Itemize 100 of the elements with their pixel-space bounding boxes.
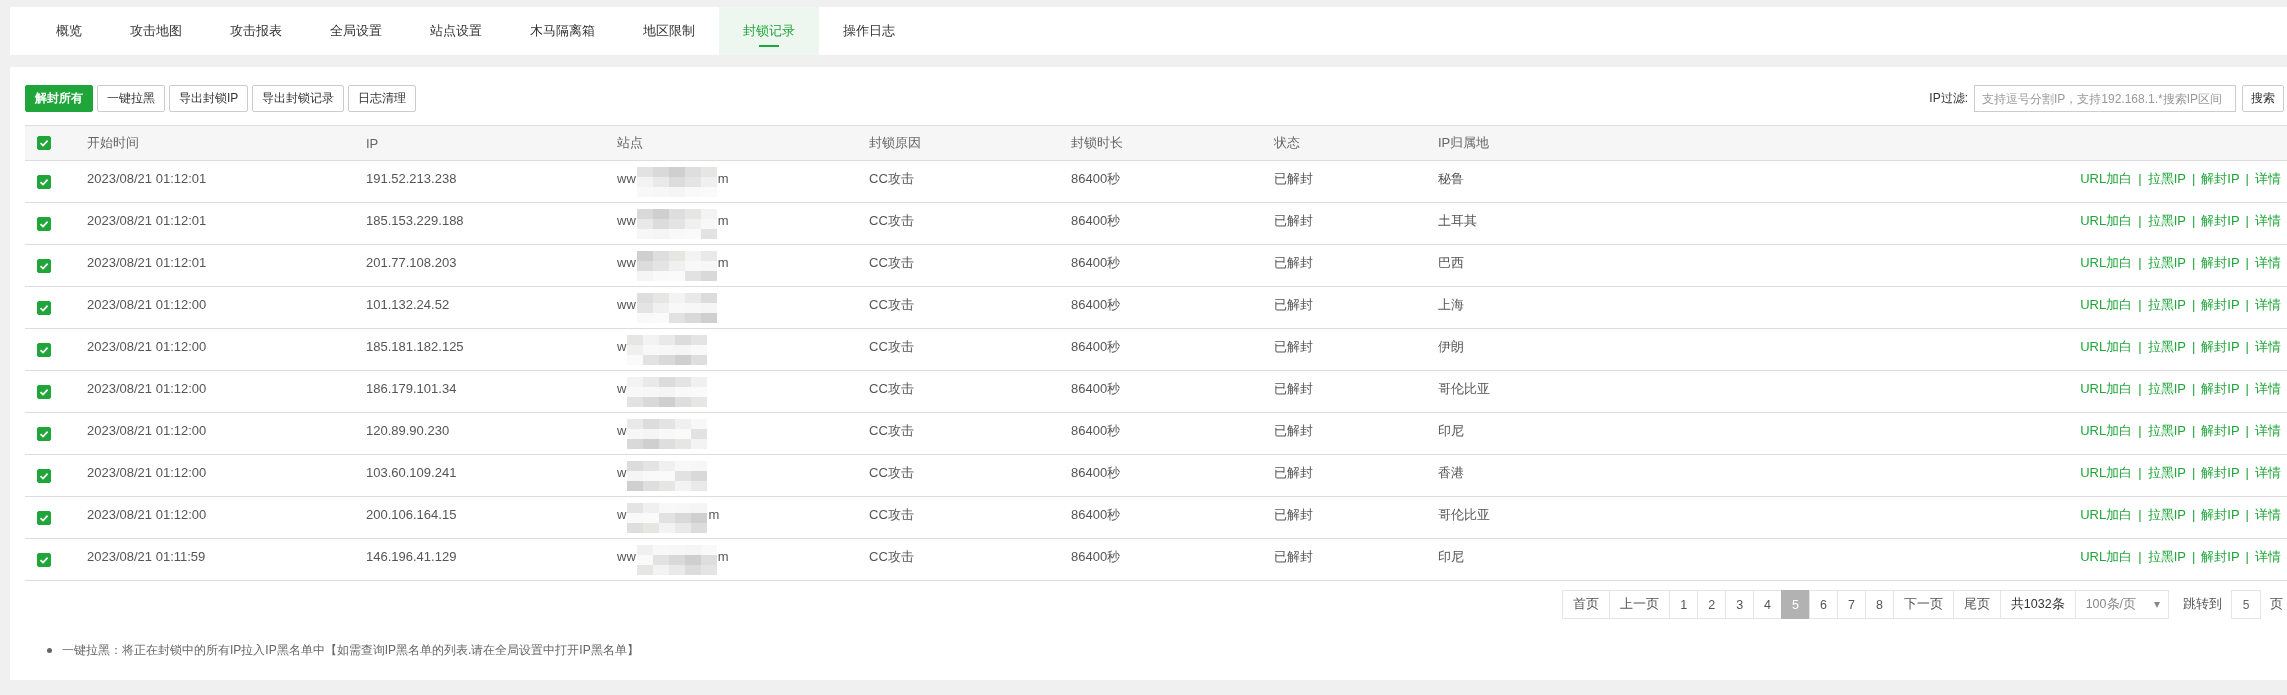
checkbox[interactable] xyxy=(37,342,51,357)
page-button[interactable]: 4 xyxy=(1753,590,1783,619)
action-link[interactable]: 详情 xyxy=(2255,505,2281,524)
action-link[interactable]: 拉黑IP xyxy=(2147,421,2186,440)
table-cell-text: 201.77.108.203 xyxy=(365,255,458,270)
action-link[interactable]: 详情 xyxy=(2255,253,2281,272)
checkbox[interactable] xyxy=(37,510,51,525)
checkbox[interactable] xyxy=(37,552,51,567)
toolbar-button[interactable]: 日志清理 xyxy=(348,85,417,112)
toolbar-button[interactable]: 导出封锁记录 xyxy=(252,85,345,112)
action-link[interactable]: URL加白 xyxy=(2080,253,2133,272)
action-link[interactable]: 详情 xyxy=(2255,169,2281,188)
tab[interactable]: 操作日志 xyxy=(819,7,919,55)
action-link[interactable]: URL加白 xyxy=(2080,295,2133,314)
action-link[interactable]: URL加白 xyxy=(2080,547,2133,566)
action-link[interactable]: URL加白 xyxy=(2080,421,2133,440)
checkbox[interactable] xyxy=(37,136,51,150)
action-link[interactable]: 拉黑IP xyxy=(2147,337,2186,356)
unblock-all-button[interactable]: 解封所有 xyxy=(25,85,93,112)
table-cell-text: 哥伦比亚 xyxy=(1437,505,1491,524)
table-cell-text: 印尼 xyxy=(1437,547,1465,566)
action-link[interactable]: URL加白 xyxy=(2080,211,2133,230)
action-link[interactable]: URL加白 xyxy=(2080,463,2133,482)
checkbox[interactable] xyxy=(37,174,51,189)
action-link[interactable]: 拉黑IP xyxy=(2147,547,2186,566)
action-link[interactable]: 拉黑IP xyxy=(2147,253,2186,272)
action-link[interactable]: 解封IP xyxy=(2201,337,2240,356)
tab[interactable]: 攻击地图 xyxy=(106,7,206,55)
checkbox[interactable] xyxy=(37,384,51,399)
page-button[interactable]: 3 xyxy=(1725,590,1755,619)
site-text: m xyxy=(708,507,720,522)
action-link[interactable]: 详情 xyxy=(2255,547,2281,566)
checkbox[interactable] xyxy=(37,216,51,231)
tab[interactable]: 概览 xyxy=(32,7,106,55)
action-link[interactable]: 拉黑IP xyxy=(2147,463,2186,482)
table-cell-text: 146.196.41.129 xyxy=(365,549,458,564)
table-cell-text: 2023/08/21 01:12:00 xyxy=(86,465,208,480)
site-text: ww xyxy=(617,549,636,564)
site-text: ww xyxy=(617,171,636,186)
action-link[interactable]: URL加白 xyxy=(2080,505,2133,524)
action-link[interactable]: 详情 xyxy=(2255,421,2281,440)
page-button[interactable]: 1 xyxy=(1669,590,1699,619)
action-link[interactable]: 详情 xyxy=(2255,337,2281,356)
page-button[interactable]: 2 xyxy=(1697,590,1727,619)
action-link[interactable]: 拉黑IP xyxy=(2147,379,2186,398)
tab[interactable]: 站点设置 xyxy=(406,7,506,55)
ip-filter-field[interactable]: 支持逗号分割IP，支持192.168.1.*搜索IP区间 xyxy=(1974,85,2236,112)
table-cell-text: 已解封 xyxy=(1273,253,1314,272)
action-link[interactable]: 拉黑IP xyxy=(2147,211,2186,230)
separator: | xyxy=(2191,297,2196,312)
page-button[interactable]: 8 xyxy=(1864,590,1894,619)
action-link[interactable]: 详情 xyxy=(2255,379,2281,398)
action-link[interactable]: 解封IP xyxy=(2201,505,2240,524)
action-link[interactable]: 解封IP xyxy=(2201,211,2240,230)
tab[interactable]: 全局设置 xyxy=(306,7,406,55)
toolbar-button[interactable]: 导出封锁IP xyxy=(169,85,249,112)
page-button[interactable]: 尾页 xyxy=(1952,590,2001,619)
page-button[interactable]: 上一页 xyxy=(1609,590,1671,619)
action-link[interactable]: 详情 xyxy=(2255,295,2281,314)
action-link[interactable]: URL加白 xyxy=(2080,169,2133,188)
table-cell-text: CC攻击 xyxy=(868,463,915,482)
table-cell-text: 香港 xyxy=(1437,463,1465,482)
checkbox[interactable] xyxy=(37,426,51,441)
action-link[interactable]: 解封IP xyxy=(2201,463,2240,482)
tab[interactable]: 封锁记录 xyxy=(719,7,819,55)
page-size-select[interactable]: 100条/页 xyxy=(2074,590,2169,619)
action-link[interactable]: 解封IP xyxy=(2201,169,2240,188)
action-link[interactable]: 详情 xyxy=(2255,463,2281,482)
search-button[interactable]: 搜索 xyxy=(2242,85,2284,112)
action-link[interactable]: 拉黑IP xyxy=(2147,169,2186,188)
separator: | xyxy=(2191,339,2196,354)
page-button[interactable]: 7 xyxy=(1836,590,1866,619)
page-button[interactable]: 首页 xyxy=(1562,590,1611,619)
note-text: 一键拉黑：将正在封锁中的所有IP拉入IP黑名单中【如需查询IP黑名单的列表.请在全局设置中打开IP黑名单】 xyxy=(62,642,639,659)
tab[interactable]: 木马隔离箱 xyxy=(506,7,619,55)
site-text: ww xyxy=(617,213,636,228)
action-link[interactable]: 详情 xyxy=(2255,211,2281,230)
checkbox[interactable] xyxy=(37,468,51,483)
page-number-field[interactable]: 5 xyxy=(2231,590,2261,619)
page-button[interactable]: 6 xyxy=(1809,590,1838,619)
tab[interactable]: 地区限制 xyxy=(619,7,719,55)
table-cell-text: 86400秒 xyxy=(1070,379,1122,398)
page-button[interactable]: 5 xyxy=(1781,590,1810,619)
action-link[interactable]: 解封IP xyxy=(2201,295,2240,314)
checkbox[interactable] xyxy=(37,258,51,273)
action-link[interactable]: 解封IP xyxy=(2201,253,2240,272)
page-button[interactable]: 下一页 xyxy=(1892,590,1954,619)
column-header: 站点 xyxy=(616,134,644,152)
tab[interactable]: 攻击报表 xyxy=(206,7,306,55)
table-cell-text: 2023/08/21 01:11:59 xyxy=(86,549,207,564)
action-link[interactable]: 解封IP xyxy=(2201,379,2240,398)
action-link[interactable]: URL加白 xyxy=(2080,337,2133,356)
action-link[interactable]: 拉黑IP xyxy=(2147,505,2186,524)
action-link[interactable]: 拉黑IP xyxy=(2147,295,2186,314)
action-link[interactable]: URL加白 xyxy=(2080,379,2133,398)
action-link[interactable]: 解封IP xyxy=(2201,421,2240,440)
toolbar-button[interactable]: 一键拉黑 xyxy=(97,85,165,112)
site-text: m xyxy=(717,171,729,186)
action-link[interactable]: 解封IP xyxy=(2201,547,2240,566)
checkbox[interactable] xyxy=(37,300,51,315)
